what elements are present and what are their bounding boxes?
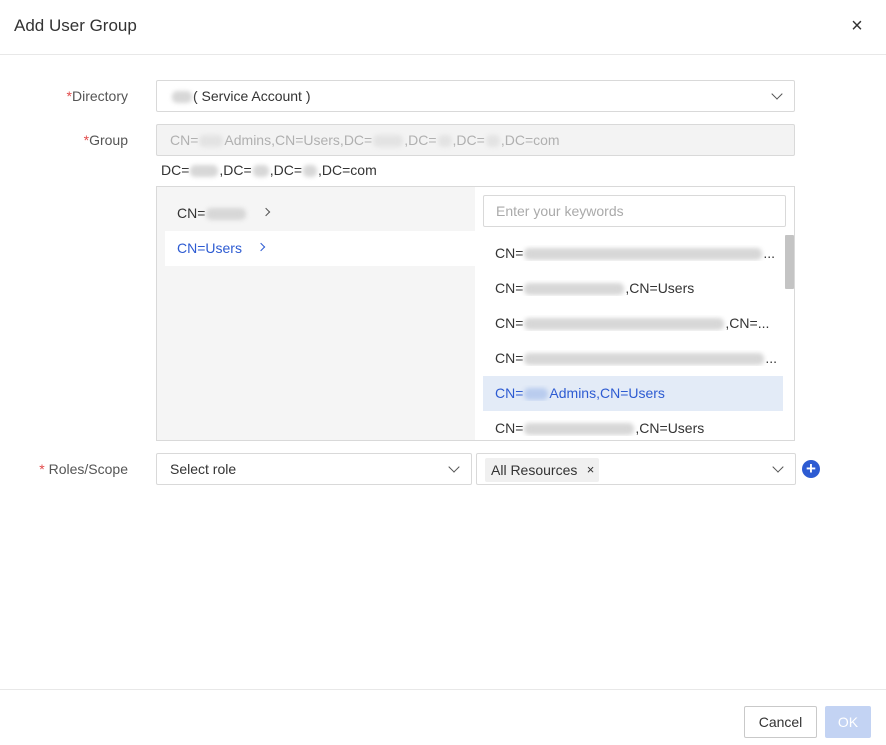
tree-item-builtin[interactable]: CN= xyxy=(165,196,475,231)
list-item[interactable]: CN= ,CN=... xyxy=(483,306,783,341)
list-item-suffix: ,CN=Users xyxy=(635,420,705,436)
redacted-text xyxy=(303,165,317,178)
group-label: *Group xyxy=(0,132,128,148)
cancel-button[interactable]: Cancel xyxy=(744,706,817,738)
group-value-part: ,DC=com xyxy=(500,132,560,148)
breadcrumb: DC= ,DC= ,DC= ,DC=com xyxy=(161,162,377,178)
tree-left-column: CN= CN=Users xyxy=(157,187,475,440)
redacted-text xyxy=(437,135,452,148)
list-item[interactable]: CN=... xyxy=(483,236,783,271)
scope-tag: All Resources × xyxy=(485,458,600,482)
list-item-suffix: Admins,CN=Users xyxy=(549,385,665,401)
redacted-text xyxy=(199,135,224,148)
chevron-down-icon xyxy=(448,461,460,473)
group-field: CN= Admins,CN=Users,DC= ,DC= ,DC= ,DC=com xyxy=(156,124,795,156)
group-value-part: ,DC= xyxy=(452,132,485,148)
redacted-text xyxy=(524,423,635,436)
chevron-right-icon xyxy=(261,207,271,217)
tag-close-icon[interactable]: × xyxy=(587,458,595,482)
list-item-prefix: CN= xyxy=(495,385,524,401)
directory-label-text: Directory xyxy=(71,88,128,104)
list-item-suffix: ,CN=... xyxy=(725,315,770,331)
redacted-text xyxy=(524,318,725,331)
group-value-part: CN= xyxy=(170,132,199,148)
list-item-prefix: CN= xyxy=(495,315,524,331)
redacted-text xyxy=(190,165,219,178)
group-label-text: Group xyxy=(89,132,128,148)
keyword-search-input[interactable] xyxy=(483,195,786,227)
directory-select[interactable]: ( Service Account ) xyxy=(156,80,795,112)
redacted-text xyxy=(524,283,625,296)
redacted-text xyxy=(524,248,763,261)
roles-scope-label-text: Roles/Scope xyxy=(48,461,128,477)
tree-item-prefix: CN= xyxy=(177,205,206,221)
directory-value: ( Service Account ) xyxy=(171,88,311,104)
list-item-prefix: CN= xyxy=(495,420,524,436)
group-tree-panel: CN= CN=Users CN=... CN= ,CN=Users CN= ,CN=… xyxy=(156,186,795,441)
tree-right-column: CN=... CN= ,CN=Users CN= ,CN=... CN=... CN… xyxy=(475,187,794,440)
list-item-selected[interactable]: CN= Admins,CN=Users xyxy=(483,376,783,411)
list-item-label: CN= ,CN=Users xyxy=(495,280,777,296)
list-item-label: CN= ,CN=Users xyxy=(495,420,777,436)
list-item-label: CN=... xyxy=(495,350,777,366)
list-item-prefix: CN= xyxy=(495,350,524,366)
breadcrumb-part: ,DC= xyxy=(219,162,252,178)
list-item-label: CN=... xyxy=(495,245,777,261)
directory-label: *Directory xyxy=(0,88,128,104)
list-item-prefix: CN= xyxy=(495,245,524,261)
dialog-header: Add User Group × xyxy=(0,0,886,55)
list-item-suffix: ,CN=Users xyxy=(625,280,695,296)
chevron-down-icon xyxy=(771,88,783,100)
list-item-label: CN= ,CN=... xyxy=(495,315,777,331)
add-user-group-dialog: Add User Group × *Directory ( Service Ac… xyxy=(0,0,886,745)
redacted-text xyxy=(524,353,765,366)
dialog-footer: Cancel OK xyxy=(0,689,886,745)
list-item-label: CN= Admins,CN=Users xyxy=(495,385,777,401)
close-icon[interactable]: × xyxy=(846,15,868,37)
scope-tag-label: All Resources xyxy=(491,462,578,478)
tree-item-users[interactable]: CN=Users xyxy=(165,231,475,266)
breadcrumb-part: ,DC=com xyxy=(318,162,377,178)
redacted-text xyxy=(524,388,549,401)
roles-scope-label: * Roles/Scope xyxy=(0,461,128,477)
dialog-title: Add User Group xyxy=(14,16,137,35)
ok-button[interactable]: OK xyxy=(825,706,871,738)
tree-item-label: CN=Users xyxy=(177,240,242,256)
directory-value-text: ( Service Account ) xyxy=(193,88,311,104)
list-item-suffix: ... xyxy=(765,350,777,366)
scrollbar-thumb[interactable] xyxy=(785,235,794,289)
required-marker: * xyxy=(39,461,49,477)
redacted-text xyxy=(206,208,247,221)
list-item-suffix: ... xyxy=(763,245,776,261)
redacted-text xyxy=(252,165,269,178)
group-value-part: Admins,CN=Users,DC= xyxy=(224,132,373,148)
breadcrumb-part: DC= xyxy=(161,162,190,178)
list-item[interactable]: CN= ,CN=Users xyxy=(483,271,783,306)
tree-item-label: CN= xyxy=(177,205,247,221)
plus-circle-icon[interactable]: + xyxy=(802,460,820,478)
list-item[interactable]: CN= ,CN=Users xyxy=(483,411,783,440)
role-select-value: Select role xyxy=(170,461,237,477)
list-item-prefix: CN= xyxy=(495,280,524,296)
group-value-part: ,DC= xyxy=(404,132,437,148)
redacted-text xyxy=(485,135,500,148)
redacted-text xyxy=(373,135,404,148)
role-select[interactable]: Select role xyxy=(156,453,472,485)
redacted-text xyxy=(172,91,192,104)
list-item[interactable]: CN=... xyxy=(483,341,783,376)
breadcrumb-part: ,DC= xyxy=(269,162,302,178)
group-value: CN= Admins,CN=Users,DC= ,DC= ,DC= ,DC=com xyxy=(170,132,560,148)
chevron-down-icon xyxy=(772,461,784,473)
chevron-right-icon xyxy=(256,242,266,252)
scope-select[interactable]: All Resources × xyxy=(476,453,796,485)
